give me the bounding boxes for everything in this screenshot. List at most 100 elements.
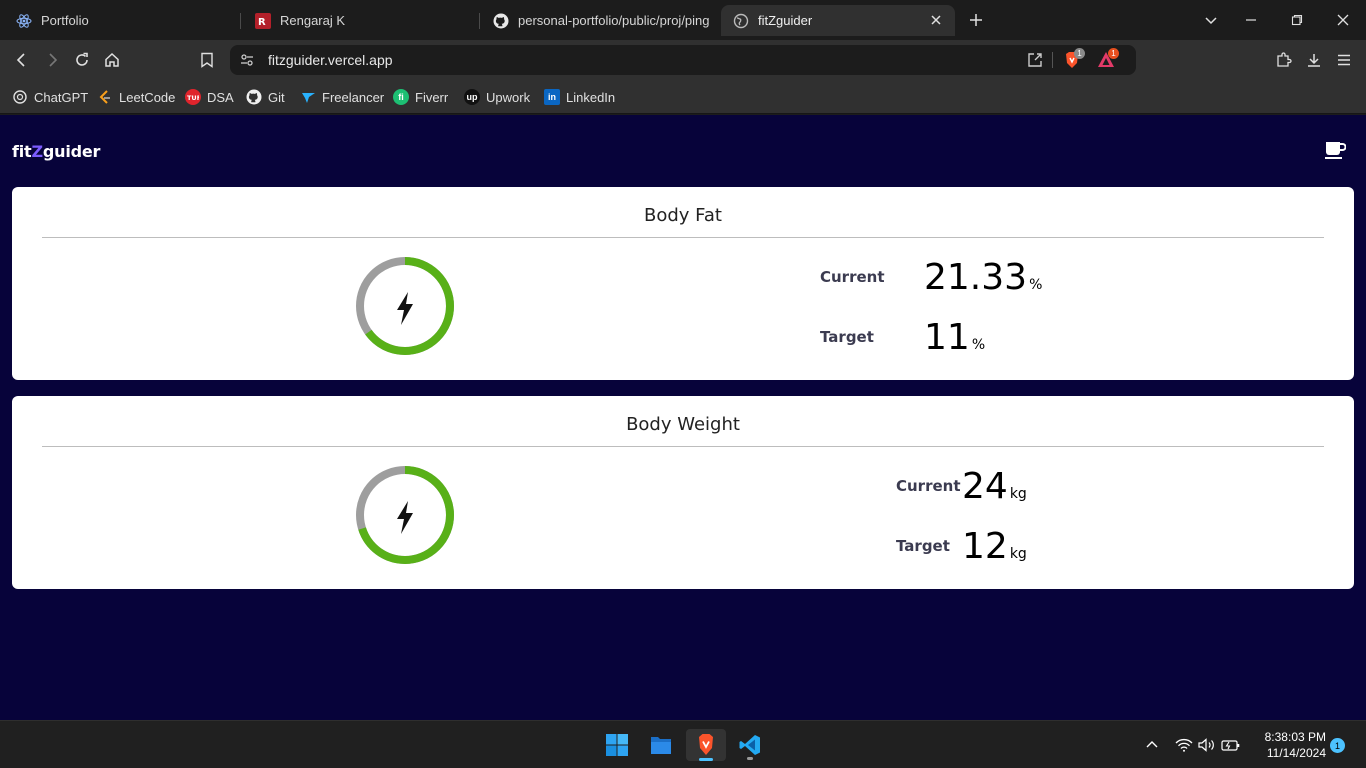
- tab-github[interactable]: personal-portfolio/public/proj/ping: [481, 5, 717, 36]
- clock-time: 8:38:03 PM: [1264, 730, 1326, 744]
- close-tab-icon[interactable]: [927, 11, 945, 29]
- target-label: Target: [896, 537, 950, 555]
- freelancer-icon: [300, 89, 316, 105]
- react-icon: [16, 13, 32, 29]
- wifi-icon[interactable]: [1174, 735, 1194, 755]
- upwork-icon: up: [464, 89, 480, 105]
- forward-icon[interactable]: [42, 50, 62, 70]
- restore-icon[interactable]: [1287, 10, 1307, 30]
- battery-charging-icon[interactable]: [1221, 735, 1241, 755]
- rewards-badge: 1: [1108, 48, 1119, 59]
- tab-separator: [240, 13, 241, 29]
- portfolio-r-icon: R: [255, 12, 271, 29]
- bookmark-icon[interactable]: [197, 50, 217, 70]
- target-number: 12: [962, 526, 1008, 567]
- bookmark-leetcode[interactable]: LeetCode: [97, 87, 175, 107]
- notification-badge[interactable]: 1: [1330, 738, 1345, 753]
- bookmark-freelancer[interactable]: Freelancer: [300, 87, 384, 107]
- bookmark-label: Freelancer: [322, 89, 385, 105]
- svg-text:TUF: TUF: [187, 94, 199, 101]
- bookmark-fiverr[interactable]: fi Fiverr: [393, 87, 448, 107]
- current-value: 24 kg: [962, 466, 1027, 507]
- clock-date: 11/14/2024: [1266, 746, 1326, 760]
- tab-rengaraj[interactable]: R Rengaraj K: [243, 5, 475, 36]
- page-content: fitZguider Body Fat Current 21.33% Targe…: [0, 115, 1366, 720]
- linkedin-icon: in: [544, 89, 560, 105]
- tab-fitzguider[interactable]: fitZguider: [721, 5, 955, 36]
- coffee-cup-icon[interactable]: [1324, 139, 1347, 161]
- body-weight-card: Body Weight Current 24 kg Target 12 kg: [12, 396, 1354, 589]
- tab-title: personal-portfolio/public/proj/ping: [518, 13, 710, 28]
- lightning-icon: [397, 501, 413, 534]
- current-unit: kg: [1009, 486, 1027, 502]
- windows-start-icon[interactable]: [597, 729, 637, 761]
- browser-toolbar: fitzguider.vercel.app 1 1: [0, 40, 1366, 80]
- show-hidden-icons-chevron-icon[interactable]: [1142, 735, 1162, 755]
- brand-logo[interactable]: fitZguider: [12, 142, 100, 161]
- bookmark-label: LinkedIn: [566, 89, 616, 105]
- body-fat-gauge: [356, 257, 454, 355]
- lightning-icon: [397, 292, 413, 325]
- system-clock[interactable]: 8:38:03 PM 11/14/2024: [1250, 729, 1326, 761]
- bookmark-label: Fiverr: [415, 89, 449, 105]
- brand-prefix: fit: [12, 142, 32, 161]
- vscode-icon[interactable]: [730, 729, 770, 761]
- tuf-icon: TUF: [185, 89, 201, 105]
- globe-icon: [733, 13, 749, 29]
- card-divider: [42, 446, 1324, 447]
- target-label: Target: [820, 328, 874, 346]
- current-label: Current: [820, 268, 885, 286]
- tab-separator: [479, 13, 480, 29]
- close-window-icon[interactable]: [1333, 10, 1353, 30]
- bookmark-label: LeetCode: [119, 89, 176, 105]
- bookmark-git[interactable]: Git: [246, 87, 285, 107]
- address-bar[interactable]: fitzguider.vercel.app 1 1: [230, 45, 1136, 75]
- target-number: 11: [924, 317, 970, 358]
- tab-portfolio[interactable]: Portfolio: [4, 5, 236, 36]
- taskbar: 8:38:03 PM 11/14/2024 1: [0, 720, 1366, 768]
- bookmark-dsa[interactable]: TUF DSA: [185, 87, 234, 107]
- tab-title: Portfolio: [41, 13, 89, 28]
- fiverr-icon: fi: [393, 89, 409, 105]
- reload-icon[interactable]: [72, 50, 92, 70]
- bookmark-label: Upwork: [486, 89, 531, 105]
- shields-badge: 1: [1074, 48, 1085, 59]
- extensions-icon[interactable]: [1274, 50, 1294, 70]
- share-icon[interactable]: [1026, 51, 1044, 69]
- bookmark-linkedin[interactable]: in LinkedIn: [544, 87, 615, 107]
- bookmarks-bar: ChatGPT LeetCode TUF DSA Git Freelancer …: [0, 80, 1366, 114]
- current-label: Current: [896, 477, 961, 495]
- card-title: Body Fat: [644, 205, 722, 226]
- site-settings-icon[interactable]: [239, 52, 255, 68]
- body-fat-card: Body Fat Current 21.33% Target 11%: [12, 187, 1354, 380]
- body-weight-gauge: [356, 466, 454, 564]
- bookmark-chatgpt[interactable]: ChatGPT: [12, 87, 88, 107]
- brave-browser-taskbar-icon[interactable]: [686, 729, 726, 761]
- bookmark-label: DSA: [207, 89, 234, 105]
- card-title: Body Weight: [626, 414, 740, 435]
- menu-icon[interactable]: [1334, 50, 1354, 70]
- leetcode-icon: [97, 89, 113, 105]
- omnibox-separator: [1052, 52, 1053, 68]
- home-icon[interactable]: [102, 50, 122, 70]
- target-value: 11%: [924, 317, 985, 358]
- running-app-indicator: [747, 757, 753, 760]
- tab-search-chevron-icon[interactable]: [1201, 10, 1221, 30]
- minimize-icon[interactable]: [1241, 10, 1261, 30]
- file-explorer-icon[interactable]: [641, 729, 681, 761]
- current-number: 24: [962, 466, 1008, 507]
- volume-icon[interactable]: [1197, 735, 1217, 755]
- tab-strip: Portfolio R Rengaraj K personal-portfoli…: [0, 0, 1366, 40]
- tab-title: fitZguider: [758, 13, 813, 28]
- current-value: 21.33%: [924, 257, 1042, 298]
- svg-text:R: R: [258, 17, 266, 28]
- tab-title: Rengaraj K: [280, 13, 346, 28]
- brand-accent: Z: [31, 142, 44, 161]
- downloads-icon[interactable]: [1304, 50, 1324, 70]
- bookmark-label: ChatGPT: [34, 89, 89, 105]
- target-unit: kg: [1009, 546, 1027, 562]
- new-tab-icon[interactable]: [966, 10, 986, 30]
- back-icon[interactable]: [12, 50, 32, 70]
- current-number: 21.33: [924, 257, 1028, 298]
- bookmark-upwork[interactable]: up Upwork: [464, 87, 530, 107]
